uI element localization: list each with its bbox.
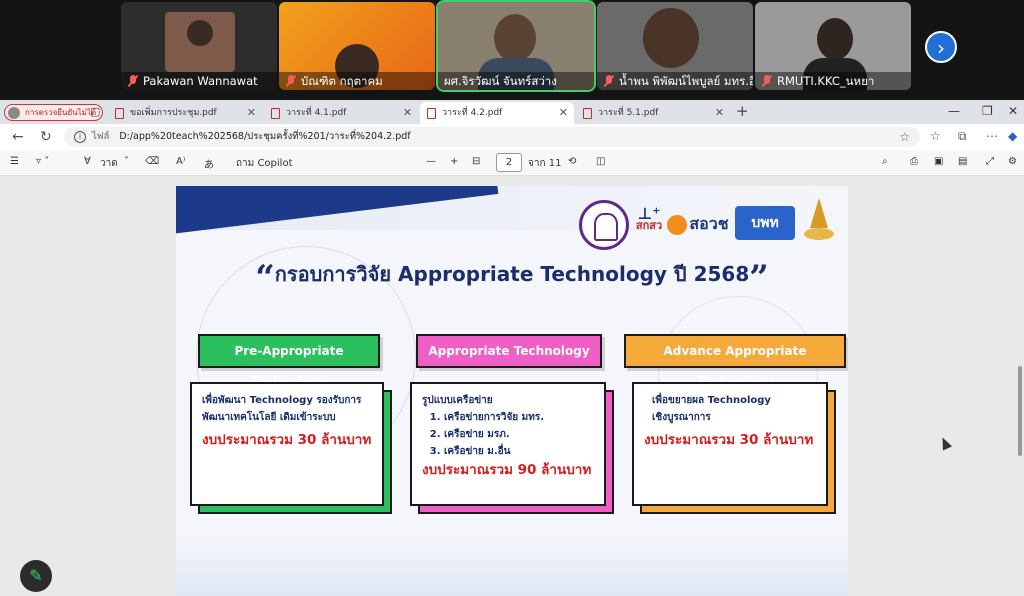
close-icon[interactable]: ✕: [715, 102, 724, 124]
draw-button[interactable]: วาด: [100, 156, 118, 171]
tab-4[interactable]: วาระที่ 5.1.pdf ✕: [576, 102, 730, 124]
document-area: ⊥⁺ สกสว สอวช บพท “กรอบการวิจัย Appropriat…: [0, 176, 1024, 596]
column-heading-appropriate: Appropriate Technology: [416, 334, 602, 368]
close-icon[interactable]: ✕: [403, 102, 412, 124]
copilot-icon[interactable]: ◆: [1008, 129, 1017, 143]
participant-tile[interactable]: RMUTI.KKC_นหยา: [755, 2, 911, 90]
fullscreen-icon[interactable]: ⤢: [986, 156, 994, 167]
tsri-logo: ⊥⁺ สกสว: [635, 204, 663, 232]
video-strip: Pakawan Wannawat บัณฑิต กฤตาคม ผศ.จิรวัฒ…: [0, 0, 1024, 100]
search-icon[interactable]: ⌕: [882, 156, 888, 167]
copilot-button[interactable]: ถาม Copilot: [236, 156, 292, 171]
save-as-icon[interactable]: ▤: [958, 156, 967, 167]
translate-icon[interactable]: あ: [204, 156, 214, 171]
network-list: เครือข่ายการวิจัย มทร. เครือข่าย มรภ. เค…: [444, 409, 596, 460]
favorites-icon[interactable]: ☆: [930, 129, 941, 143]
participant-name: บัณฑิต กฤตาคม: [301, 74, 383, 88]
zoom-out-icon[interactable]: —: [426, 156, 436, 167]
close-icon[interactable]: ✕: [247, 102, 256, 124]
participant-tile[interactable]: บัณฑิต กฤตาคม: [279, 2, 435, 90]
page-total: จาก 11: [528, 158, 562, 169]
scrollbar[interactable]: [1018, 366, 1022, 456]
column-card-appropriate: รูปแบบเครือข่าย เครือข่ายการวิจัย มทร. เ…: [410, 382, 606, 506]
profile-button[interactable]: การตรวจยืนยันไม่ได้: [4, 104, 104, 121]
list-item: เครือข่ายการวิจัย มทร.: [444, 409, 596, 426]
pdf-toolbar: ☰ ▿ ˅ ∀ วาด ˅ ⌫ A⁾ あ ถาม Copilot — + ⊟ 2…: [0, 150, 1024, 176]
tab-bar: การตรวจยืนยันไม่ได้ ▢ ขอเพิ่มการประชุม.p…: [0, 100, 1024, 124]
column-card-pre: เพื่อพัฒนา Technology รองรับการ พัฒนาเทค…: [190, 382, 384, 506]
chevron-down-icon[interactable]: ˅: [124, 156, 129, 167]
tab-3[interactable]: วาระที่ 4.2.pdf ✕: [420, 102, 574, 124]
edit-pen-button[interactable]: ✎: [20, 560, 52, 592]
page-view-icon[interactable]: ◫: [596, 156, 605, 167]
mic-off-icon: [127, 75, 139, 87]
participant-tile[interactable]: Pakawan Wannawat: [121, 2, 277, 90]
address-bar: ← ↻ i ไฟล์ D:/app%20teach%202568/ประชุมคร…: [0, 124, 1024, 150]
nxpo-logo: สอวช: [666, 204, 730, 244]
save-icon[interactable]: ▣: [934, 156, 943, 167]
pmu-a-logo: บพท: [735, 206, 795, 240]
participant-name: น้ำพน พิพัฒน์ไพบูลย์ มทร.อี...: [619, 74, 753, 88]
restore-icon[interactable]: ❐: [982, 104, 993, 118]
new-tab-button[interactable]: +: [736, 102, 749, 120]
institution-crest-logo: [800, 198, 840, 252]
erase-icon[interactable]: ⌫: [145, 156, 159, 167]
info-icon[interactable]: i: [74, 131, 86, 143]
pdf-icon: [583, 108, 592, 119]
favorite-star-icon[interactable]: ☆: [899, 127, 910, 147]
list-item: เครือข่าย ม.อื่น: [444, 443, 596, 460]
participant-name: Pakawan Wannawat: [143, 74, 258, 88]
column-heading-advance: Advance Appropriate Technology: [624, 334, 846, 388]
back-icon[interactable]: ←: [12, 129, 24, 145]
collections-icon[interactable]: ⧉: [958, 129, 967, 144]
pdf-icon: [271, 108, 280, 119]
participant-name: RMUTI.KKC_นหยา: [777, 74, 875, 88]
next-participants-button[interactable]: ›: [925, 31, 957, 63]
participant-tile[interactable]: น้ำพน พิพัฒน์ไพบูลย์ มทร.อี...: [597, 2, 753, 90]
tab-actions-icon[interactable]: ▢: [90, 105, 100, 118]
mic-off-icon: [761, 75, 773, 87]
print-icon[interactable]: ⎙: [910, 156, 918, 167]
zoom-in-icon[interactable]: +: [450, 156, 458, 167]
close-icon[interactable]: ✕: [559, 102, 568, 124]
screen: Pakawan Wannawat บัณฑิต กฤตาคม ผศ.จิรวัฒ…: [0, 0, 1024, 596]
column-card-advance: เพื่อขยายผล Technology เชิงบูรณาการ งบปร…: [632, 382, 828, 506]
minimize-icon[interactable]: —: [948, 104, 960, 118]
close-window-icon[interactable]: ✕: [1008, 104, 1018, 118]
page-number-input[interactable]: 2: [496, 153, 522, 172]
fit-page-icon[interactable]: ⊟: [472, 156, 480, 167]
more-icon[interactable]: ⋯: [986, 129, 998, 143]
mic-off-icon: [285, 75, 297, 87]
pdf-icon: [115, 108, 124, 119]
budget-label: งบประมาณรวม 90 ล้านบาท: [422, 462, 592, 478]
list-item: เครือข่าย มรภ.: [444, 426, 596, 443]
university-seal-logo: [579, 200, 629, 250]
tab-2[interactable]: วาระที่ 4.1.pdf ✕: [264, 102, 418, 124]
mic-off-icon: [603, 75, 615, 87]
budget-label: งบประมาณรวม 30 ล้านบาท: [644, 432, 814, 448]
reload-icon[interactable]: ↻: [40, 129, 52, 145]
participant-tile[interactable]: ผศ.จิรวัฒน์ จันทร์สว่าง: [436, 0, 596, 92]
draw-icon[interactable]: ∀: [84, 156, 91, 167]
pdf-page: ⊥⁺ สกสว สอวช บพท “กรอบการวิจัย Appropriat…: [176, 186, 848, 596]
url-field[interactable]: i ไฟล์ D:/app%20teach%202568/ประชุมครั้งท…: [64, 127, 920, 147]
pdf-icon: [427, 108, 436, 119]
tab-1[interactable]: ขอเพิ่มการประชุม.pdf ✕: [108, 102, 262, 124]
column-heading-pre: Pre-Appropriate Technology: [198, 334, 380, 388]
read-aloud-icon[interactable]: A⁾: [176, 156, 185, 167]
avatar: [8, 107, 20, 119]
participant-name: ผศ.จิรวัฒน์ จันทร์สว่าง: [444, 74, 557, 88]
budget-label: งบประมาณรวม 30 ล้านบาท: [202, 432, 372, 448]
url-text: D:/app%20teach%202568/ประชุมครั้งที่%201…: [119, 131, 411, 142]
rotate-icon[interactable]: ⟲: [568, 156, 576, 167]
gear-icon[interactable]: ⚙: [1008, 156, 1017, 167]
highlight-icon[interactable]: ▿ ˅: [36, 156, 49, 167]
contents-icon[interactable]: ☰: [10, 156, 19, 167]
slide-title: “กรอบการวิจัย Appropriate Technology ปี …: [255, 258, 769, 298]
